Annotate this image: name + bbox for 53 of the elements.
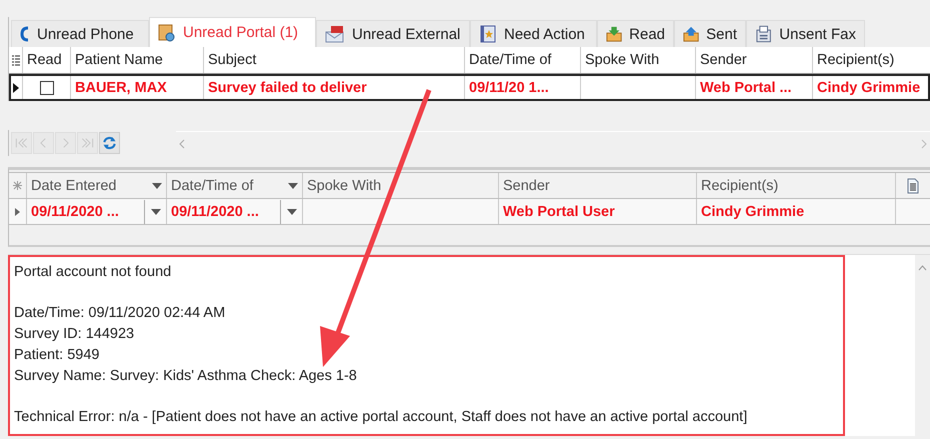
message-line: Portal account not found (14, 263, 172, 282)
column-header[interactable]: Date Entered (31, 178, 116, 194)
tab[interactable]: Unread Phone (11, 20, 149, 47)
dropdown-caret-icon[interactable] (288, 182, 298, 188)
read-checkbox[interactable] (40, 80, 54, 94)
column-header[interactable]: Date/Time of (171, 178, 254, 194)
table-cell: 09/11/2020 ... (171, 204, 259, 220)
table-cell: Cindy Grimmie (817, 80, 920, 96)
message-line: Patient: 5949 (14, 346, 100, 365)
tab[interactable]: Need Action (470, 20, 597, 47)
phone-icon (20, 26, 30, 42)
table-cell: BAUER, MAX (75, 80, 167, 96)
message-line: Date/Time: 09/11/2020 02:44 AM (14, 304, 226, 324)
refresh-icon[interactable] (99, 132, 120, 154)
scroll-left-icon[interactable] (178, 138, 186, 148)
scrollbar[interactable] (915, 255, 930, 436)
dropdown-caret-icon[interactable] (286, 208, 296, 214)
envelope-down-arrow-icon (606, 25, 622, 43)
column-header[interactable]: Sender (696, 47, 813, 73)
message-line: Survey ID: 144923 (14, 325, 136, 344)
column-header[interactable]: Sender (503, 178, 550, 194)
star-book-icon (479, 25, 497, 43)
asterisk-icon (13, 181, 22, 190)
column-header[interactable]: Read (23, 47, 71, 73)
tab[interactable]: Sent (674, 20, 746, 47)
folder-globe-icon (158, 24, 176, 42)
dropdown-caret-icon[interactable] (150, 208, 160, 214)
table-cell: 09/11/2020 ... (31, 204, 119, 220)
column-header[interactable]: Recipient(s) (813, 47, 930, 73)
column-header[interactable]: Date/Time of (465, 47, 581, 73)
column-header[interactable]: Patient Name (71, 47, 204, 73)
column-header[interactable]: Subject (204, 47, 465, 73)
column-header[interactable]: Spoke With (581, 47, 696, 73)
message-line: Survey Name: Survey: Kids' Asthma Check: Ages 1-8 (14, 366, 358, 386)
column-header[interactable]: Recipient(s) (701, 178, 778, 194)
column-chooser-icon[interactable] (12, 54, 20, 66)
envelope-up-arrow-icon (683, 25, 700, 43)
scroll-up-icon[interactable] (918, 265, 927, 271)
table-cell: Survey failed to deliver (208, 80, 367, 96)
pdf-envelope-icon (325, 25, 345, 43)
tab[interactable]: Read (597, 20, 674, 47)
tab[interactable]: Unread External (316, 20, 470, 47)
document-icon[interactable] (907, 178, 919, 194)
tab[interactable]: Unread Portal (1) (149, 17, 316, 47)
table-cell: 09/11/20 1... (469, 80, 549, 96)
tab[interactable]: Unsent Fax (746, 20, 865, 47)
dropdown-caret-icon[interactable] (152, 182, 162, 188)
table-cell: Web Portal ... (700, 80, 792, 96)
fax-icon (755, 25, 772, 43)
table-cell: Web Portal User (503, 204, 615, 220)
table-cell: Cindy Grimmie (701, 204, 804, 220)
column-header[interactable]: Spoke With (307, 178, 382, 194)
message-line: Technical Error: n/a - [Patient does not have an active portal account, Staff does not have an active portal account] (14, 408, 748, 427)
